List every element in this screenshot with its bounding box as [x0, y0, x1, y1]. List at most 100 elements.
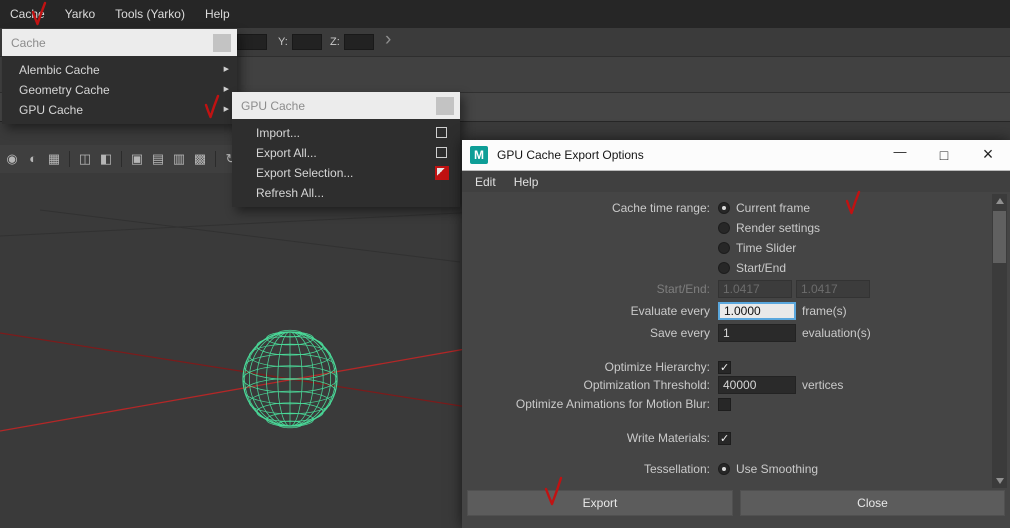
cache-time-range-label: Cache time range:: [466, 201, 718, 215]
motion-blur-checkbox[interactable]: [718, 398, 731, 411]
toolbar-separator: [215, 151, 216, 167]
gpu-cache-submenu: GPU Cache Import... Export All... Export…: [232, 92, 460, 207]
menu-item-label: Import...: [256, 126, 300, 140]
optimize-hierarchy-row: Optimize Hierarchy:: [466, 357, 990, 377]
toolbar-collapse-icon[interactable]: ›: [385, 29, 391, 51]
radio-time-slider-label[interactable]: Time Slider: [736, 241, 796, 255]
cache-time-range-row: Cache time range: Current frame: [466, 198, 990, 218]
scroll-down-icon[interactable]: [992, 474, 1007, 488]
save-every-row: Save every evaluation(s): [466, 323, 990, 343]
gate-mask-icon[interactable]: ▩: [192, 151, 208, 167]
menu-item-label: Geometry Cache: [19, 83, 110, 97]
menu-item-label: Alembic Cache: [19, 63, 100, 77]
maya-application: ◉ ◐ ▦ ◫ ◧ ▣ ▤ ▥ ▩ ↻ 0.00 Cache Yarko Too…: [0, 0, 1010, 528]
write-materials-checkbox[interactable]: [718, 432, 731, 445]
toolbar-separator: [69, 151, 70, 167]
scrollbar-thumb[interactable]: [993, 211, 1006, 263]
dialog-menubar: Edit Help: [462, 170, 1010, 192]
render-settings-row: Render settings: [466, 218, 990, 238]
y-coordinate-label: Y:: [278, 36, 288, 48]
save-every-label: Save every: [466, 326, 718, 340]
start-end-label: Start/End:: [466, 282, 718, 296]
write-materials-label: Write Materials:: [466, 431, 718, 445]
camera-icon[interactable]: ▣: [129, 151, 145, 167]
menu-item-export-selection[interactable]: Export Selection...: [232, 163, 460, 183]
optimize-hierarchy-label: Optimize Hierarchy:: [466, 360, 718, 374]
x-coordinate-input[interactable]: [237, 34, 267, 50]
maya-app-icon: M: [470, 146, 488, 164]
menu-item-label: Refresh All...: [256, 186, 324, 200]
gpu-menu-header[interactable]: GPU Cache: [232, 92, 460, 119]
radio-current-frame-label[interactable]: Current frame: [736, 201, 810, 215]
motion-blur-row: Optimize Animations for Motion Blur:: [466, 394, 990, 414]
radio-render-settings[interactable]: [718, 222, 730, 234]
radio-current-frame[interactable]: [718, 202, 730, 214]
time-slider-row: Time Slider: [466, 238, 990, 258]
dialog-menu-help[interactable]: Help: [505, 171, 548, 192]
radio-render-settings-label[interactable]: Render settings: [736, 221, 820, 235]
menu-item-refresh-all[interactable]: Refresh All...: [232, 183, 460, 203]
cache-menu-title: Cache: [11, 36, 213, 50]
tessellation-label: Tessellation:: [466, 462, 718, 476]
close-icon[interactable]: ×: [966, 140, 1010, 170]
menu-item-alembic-cache[interactable]: Alembic Cache ▶: [2, 60, 237, 80]
dialog-scrollbar[interactable]: [992, 194, 1007, 488]
resolution-gate-icon[interactable]: ▥: [171, 151, 187, 167]
radio-use-smoothing[interactable]: [718, 463, 730, 475]
xray-icon[interactable]: ◧: [98, 151, 114, 167]
scroll-up-icon[interactable]: [992, 194, 1007, 208]
shading-icon[interactable]: ◐: [25, 151, 41, 167]
menu-tearoff-icon[interactable]: [436, 97, 454, 115]
submenu-arrow-icon: ▶: [224, 80, 229, 100]
radio-start-end-label[interactable]: Start/End: [736, 261, 786, 275]
film-gate-icon[interactable]: ▤: [150, 151, 166, 167]
y-coordinate-input[interactable]: [292, 34, 322, 50]
write-materials-row: Write Materials:: [466, 428, 990, 448]
optimization-threshold-label: Optimization Threshold:: [466, 378, 718, 392]
optimize-hierarchy-checkbox[interactable]: [718, 361, 731, 374]
menu-yarko[interactable]: Yarko: [55, 0, 105, 28]
menu-item-gpu-cache[interactable]: GPU Cache ▶: [2, 100, 237, 120]
cache-menu-header[interactable]: Cache: [2, 29, 237, 56]
start-end-option-row: Start/End: [466, 258, 990, 278]
close-button[interactable]: Close: [740, 490, 1005, 516]
radio-use-smoothing-label[interactable]: Use Smoothing: [736, 462, 818, 476]
end-frame-field[interactable]: [796, 280, 870, 298]
start-frame-field[interactable]: [718, 280, 792, 298]
menu-item-geometry-cache[interactable]: Geometry Cache ▶: [2, 80, 237, 100]
gpu-cache-export-options-dialog: M GPU Cache Export Options — □ × Edit He…: [462, 140, 1010, 528]
lighting-icon[interactable]: ◉: [4, 151, 20, 167]
export-all-option-box-icon[interactable]: [436, 147, 447, 158]
menu-item-export-all[interactable]: Export All...: [232, 143, 460, 163]
radio-start-end[interactable]: [718, 262, 730, 274]
minimize-icon[interactable]: —: [878, 140, 922, 170]
menu-cache[interactable]: Cache: [0, 0, 55, 28]
dialog-titlebar[interactable]: M GPU Cache Export Options — □ ×: [462, 140, 1010, 170]
save-every-field[interactable]: [718, 324, 796, 342]
textured-icon[interactable]: ▦: [46, 151, 62, 167]
menu-item-import[interactable]: Import...: [232, 123, 460, 143]
submenu-arrow-icon: ▶: [224, 100, 229, 120]
grid-lines: [0, 210, 520, 262]
maximize-icon[interactable]: □: [922, 140, 966, 170]
import-option-box-icon[interactable]: [436, 127, 447, 138]
z-coordinate-label: Z:: [330, 36, 340, 48]
wireframe-on-shaded-icon[interactable]: ◫: [77, 151, 93, 167]
export-selection-option-box-icon[interactable]: [435, 166, 449, 180]
evaluate-every-label: Evaluate every: [466, 304, 718, 318]
main-menubar: Cache Yarko Tools (Yarko) Help: [0, 0, 1010, 28]
start-end-fields-row: Start/End:: [466, 279, 990, 299]
evaluate-every-field[interactable]: [718, 302, 796, 320]
menu-tools-yarko[interactable]: Tools (Yarko): [105, 0, 195, 28]
menu-tearoff-icon[interactable]: [213, 34, 231, 52]
optimization-threshold-row: Optimization Threshold: vertices: [466, 375, 990, 395]
evaluate-every-row: Evaluate every frame(s): [466, 301, 990, 321]
export-button[interactable]: Export: [467, 490, 733, 516]
radio-time-slider[interactable]: [718, 242, 730, 254]
wireframe-sphere[interactable]: [243, 330, 337, 428]
optimization-threshold-field[interactable]: [718, 376, 796, 394]
dialog-menu-edit[interactable]: Edit: [466, 171, 505, 192]
z-coordinate-input[interactable]: [344, 34, 374, 50]
menu-help[interactable]: Help: [195, 0, 240, 28]
menu-item-label: GPU Cache: [19, 103, 83, 117]
